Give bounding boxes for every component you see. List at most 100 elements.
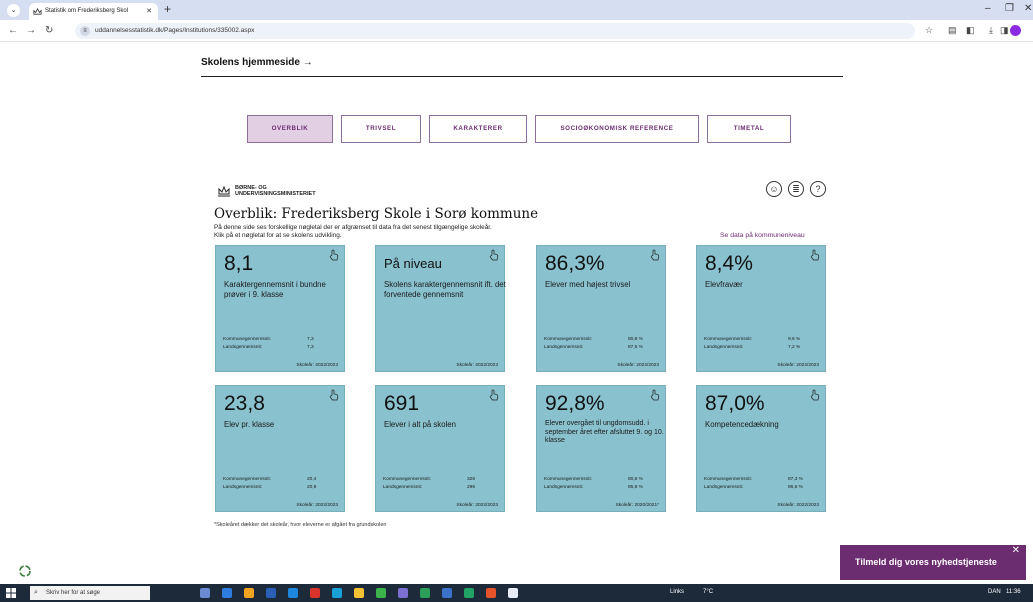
page-title: Overblik: Frederiksberg Skole i Sorø kom…	[214, 206, 539, 222]
windows-taskbar: ⌕ Skriv her for at søge Links 7°C DAN 11…	[0, 584, 1033, 602]
card-value: 87,0%	[705, 392, 765, 415]
card-trivsel[interactable]: 86,3% Elever med højest trivsel Kommuneg…	[536, 245, 666, 372]
help-icon[interactable]: ?	[810, 181, 826, 197]
homepage-link-label: Skolens hjemmeside	[201, 57, 300, 68]
puzzle-icon[interactable]: ◧	[966, 25, 975, 36]
clock-time[interactable]: 11:36	[1006, 589, 1021, 595]
tab-trivsel[interactable]: TRIVSEL	[341, 115, 421, 143]
recycle-logo-icon[interactable]	[18, 564, 32, 578]
lands-value: 87,5 %	[628, 345, 643, 350]
card-value: 8,1	[224, 252, 254, 275]
kommune-label: Kommunegennemsnit:	[704, 477, 752, 482]
app-icon[interactable]	[376, 588, 386, 598]
app-icon[interactable]	[420, 588, 430, 598]
card-description: Skolens karaktergennemsnit ift. det forv…	[384, 280, 506, 299]
school-homepage-link[interactable]: Skolens hjemmeside →	[201, 57, 313, 68]
excel-icon[interactable]	[464, 588, 474, 598]
card-description: Elevfravær	[705, 280, 743, 289]
lands-label: Landsgennemsnit:	[223, 485, 263, 490]
new-tab-icon[interactable]: +	[164, 2, 171, 16]
ie-icon[interactable]	[288, 588, 298, 598]
task-view-icon[interactable]	[200, 588, 210, 598]
app-icon[interactable]	[486, 588, 496, 598]
card-karaktergennemsnit[interactable]: 8,1 Karaktergennemsnit i bundne prøver i…	[215, 245, 345, 372]
card-description: Karaktergennemsnit i bundne prøver i 9. …	[224, 280, 326, 299]
url-text: uddannelsesstatistik.dk/Pages/Institutio…	[95, 27, 255, 34]
card-value: 23,8	[224, 392, 265, 415]
pointer-hand-icon	[489, 389, 499, 401]
lands-value: 296	[467, 485, 476, 490]
url-field[interactable]: ≡ uddannelsesstatistik.dk/Pages/Institut…	[75, 23, 915, 39]
close-window-icon[interactable]: ✕	[1024, 3, 1032, 14]
kommune-label: Kommunegennemsnit:	[704, 337, 752, 342]
crown-favicon-icon	[33, 7, 42, 15]
teams-icon[interactable]	[398, 588, 408, 598]
extension-icon[interactable]: ▤	[948, 25, 957, 36]
sidepanel-icon[interactable]: ◨	[1000, 25, 1009, 36]
links-toolbar[interactable]: Links	[670, 589, 684, 595]
card-karakter-forventet[interactable]: På niveau Skolens karaktergennemsnit ift…	[375, 245, 506, 372]
pointer-hand-icon	[810, 389, 820, 401]
browser-tab[interactable]: Statistik om Frederiksberg Skol ✕	[29, 3, 158, 20]
card-elever-i-alt[interactable]: 691 Elever i alt på skolen Kommunegennem…	[375, 385, 505, 512]
header-divider	[201, 76, 843, 77]
accessibility-icon[interactable]: ☺	[766, 181, 782, 197]
kommune-value: 80,8 %	[628, 337, 643, 342]
lands-label: Landsgennemsnit:	[383, 485, 423, 490]
chrome-active-icon[interactable]	[508, 588, 518, 598]
newsletter-close-icon[interactable]: ✕	[1012, 533, 1020, 568]
reload-icon[interactable]: ↻	[45, 25, 53, 36]
card-description: Elever med højest trivsel	[545, 280, 631, 289]
lands-label: Landsgennemsnit:	[544, 485, 584, 490]
kommune-value: 80,6 %	[628, 477, 643, 482]
pdf-icon[interactable]	[310, 588, 320, 598]
card-elev-pr-klasse[interactable]: 23,8 Elev pr. klasse Kommunegennemsnit: …	[215, 385, 345, 512]
app-icon[interactable]	[332, 588, 342, 598]
tab-overblik[interactable]: OVERBLIK	[247, 115, 333, 143]
card-value: 86,3%	[545, 252, 605, 275]
restore-icon[interactable]: ❐	[1005, 3, 1014, 14]
tab-search-icon[interactable]: ⌄	[7, 4, 20, 17]
pointer-hand-icon	[329, 389, 339, 401]
crown-logo-icon	[218, 185, 230, 197]
card-value: På niveau	[384, 256, 442, 271]
browser-tab-bar: ⌄ Statistik om Frederiksberg Skol ✕ + – …	[0, 0, 1033, 20]
chrome-icon[interactable]	[244, 588, 254, 598]
card-elevfravaer[interactable]: 8,4% Elevfravær Kommunegennemsnit: 9,6 %…	[696, 245, 826, 372]
app-icon[interactable]	[442, 588, 452, 598]
card-value: 8,4%	[705, 252, 753, 275]
lands-value: 86,6 %	[788, 485, 803, 490]
pointer-hand-icon	[489, 249, 499, 261]
lands-value: 20,9	[307, 485, 317, 490]
card-description: Elever overgået til ungdomsudd. i septem…	[545, 420, 664, 445]
bookmark-star-icon[interactable]: ☆	[925, 25, 933, 36]
input-language[interactable]: DAN	[988, 589, 1001, 595]
windows-start-icon[interactable]	[6, 588, 16, 598]
edge-icon[interactable]	[222, 588, 232, 598]
back-icon[interactable]: ←	[8, 25, 18, 36]
tab-close-icon[interactable]: ✕	[146, 3, 152, 20]
explorer-icon[interactable]	[354, 588, 364, 598]
kommune-value: 7,3	[307, 337, 314, 342]
kommune-label: Kommunegennemsnit:	[383, 477, 431, 482]
download-data-icon[interactable]: ≣	[788, 181, 804, 197]
school-year: Skoleår: 2022/2023	[777, 503, 819, 508]
kommune-data-link[interactable]: Se data på kommuneniveau	[720, 232, 805, 239]
download-icon[interactable]: ⤓	[989, 25, 993, 36]
tab-socioekonomisk-reference[interactable]: SOCIOØKONOMISK REFERENCE	[535, 115, 699, 143]
school-year: Skoleår: 2022/2023	[617, 363, 659, 368]
card-kompetencedaekning[interactable]: 87,0% Kompetencedækning Kommunegennemsni…	[696, 385, 826, 512]
school-year: Skoleår: 2022/2023	[456, 503, 498, 508]
weather-temp[interactable]: 7°C	[703, 589, 713, 595]
profile-avatar[interactable]	[1010, 25, 1021, 36]
newsletter-signup-button[interactable]: Tilmeld dig vores nyhedstjeneste ✕	[840, 545, 1026, 580]
card-overgang-ungdomsudd[interactable]: 92,8% Elever overgået til ungdomsudd. i …	[536, 385, 666, 512]
tab-timetal[interactable]: TIMETAL	[707, 115, 791, 143]
word-icon[interactable]	[266, 588, 276, 598]
minimize-icon[interactable]: –	[985, 3, 991, 14]
address-bar-row: ← → ↻ ≡ uddannelsesstatistik.dk/Pages/In…	[0, 20, 1033, 42]
taskbar-search-input[interactable]: ⌕ Skriv her for at søge	[30, 586, 150, 600]
site-info-icon[interactable]: ≡	[80, 26, 90, 36]
forward-icon[interactable]: →	[26, 25, 36, 36]
tab-karakterer[interactable]: KARAKTERER	[429, 115, 527, 143]
